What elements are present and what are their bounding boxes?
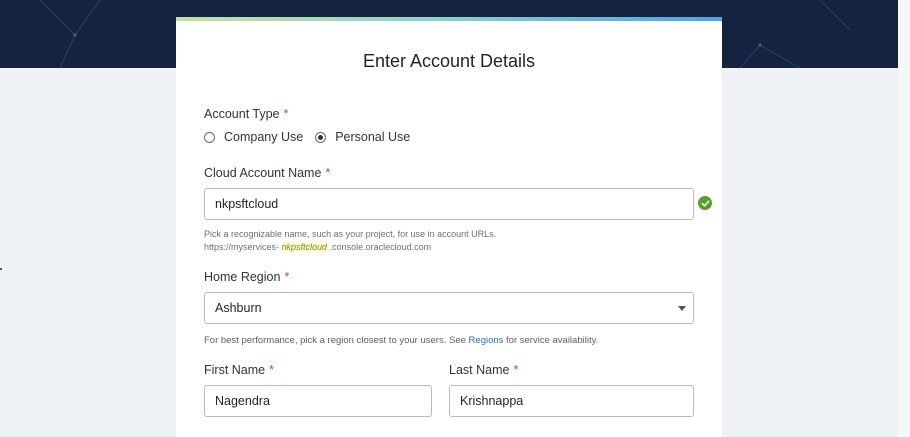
radio-button-company-use[interactable] bbox=[204, 131, 215, 143]
url-prefix: https://myservices- bbox=[204, 242, 280, 252]
account-type-radio-group: Company Use Personal Use bbox=[204, 130, 422, 144]
chevron-down-icon bbox=[678, 306, 686, 311]
last-name-label: Last Name * bbox=[449, 363, 518, 377]
home-region-label: Home Region * bbox=[204, 270, 289, 284]
radio-label-personal-use: Personal Use bbox=[335, 130, 411, 144]
radio-button-personal-use[interactable] bbox=[315, 131, 327, 143]
account-url-preview: https://myservices- nkpsftcloud .console… bbox=[204, 241, 496, 254]
url-slug: nkpsftcloud bbox=[281, 242, 328, 252]
page-edge bbox=[898, 0, 910, 437]
cloud-account-name-label-text: Cloud Account Name bbox=[204, 166, 322, 180]
cloud-account-name-input[interactable]: nkpsftcloud bbox=[204, 188, 694, 220]
last-name-input[interactable]: Krishnappa bbox=[449, 385, 694, 417]
account-details-card: Enter Account Details Account Type * Comp… bbox=[176, 17, 722, 437]
cloud-account-help-text: Pick a recognizable name, such as your p… bbox=[204, 229, 497, 239]
account-type-label: Account Type * bbox=[204, 107, 288, 121]
home-region-value: Ashburn bbox=[215, 301, 262, 315]
checkmark-glyph bbox=[701, 199, 709, 207]
regions-link[interactable]: Regions bbox=[469, 335, 504, 346]
home-region-label-text: Home Region bbox=[204, 270, 281, 284]
page-title: Enter Account Details bbox=[362, 51, 536, 71]
required-marker: * bbox=[269, 363, 274, 377]
required-marker: * bbox=[513, 363, 519, 377]
first-name-label: First Name * bbox=[204, 363, 274, 377]
check-circle-icon bbox=[698, 196, 712, 210]
home-region-help-text: For best performance, pick a region clos… bbox=[204, 335, 469, 346]
radio-label-company-use: Company Use bbox=[224, 130, 304, 144]
page-mark bbox=[0, 268, 2, 270]
last-name-value: Krishnappa bbox=[460, 394, 524, 408]
last-name-label-text: Last Name bbox=[449, 363, 510, 377]
required-marker: * bbox=[283, 107, 289, 121]
radio-company-use[interactable]: Company Use bbox=[204, 130, 303, 144]
cloud-account-name-label: Cloud Account Name * bbox=[204, 166, 330, 180]
cloud-account-help: Pick a recognizable name, such as your p… bbox=[204, 228, 496, 254]
home-region-help-text-end: for service availability. bbox=[503, 335, 599, 346]
url-suffix: .console.oraclecloud.com bbox=[329, 242, 432, 252]
first-name-value: Nagendra bbox=[215, 394, 270, 408]
card-accent-bar bbox=[176, 17, 722, 21]
required-marker: * bbox=[325, 166, 331, 180]
first-name-label-text: First Name bbox=[204, 363, 266, 377]
required-marker: * bbox=[284, 270, 290, 284]
radio-personal-use[interactable]: Personal Use bbox=[315, 130, 410, 144]
cloud-account-name-value: nkpsftcloud bbox=[215, 197, 279, 211]
home-region-select[interactable]: Ashburn bbox=[204, 292, 694, 324]
account-type-label-text: Account Type bbox=[204, 107, 280, 121]
home-region-help: For best performance, pick a region clos… bbox=[204, 335, 598, 346]
first-name-input[interactable]: Nagendra bbox=[204, 385, 432, 417]
